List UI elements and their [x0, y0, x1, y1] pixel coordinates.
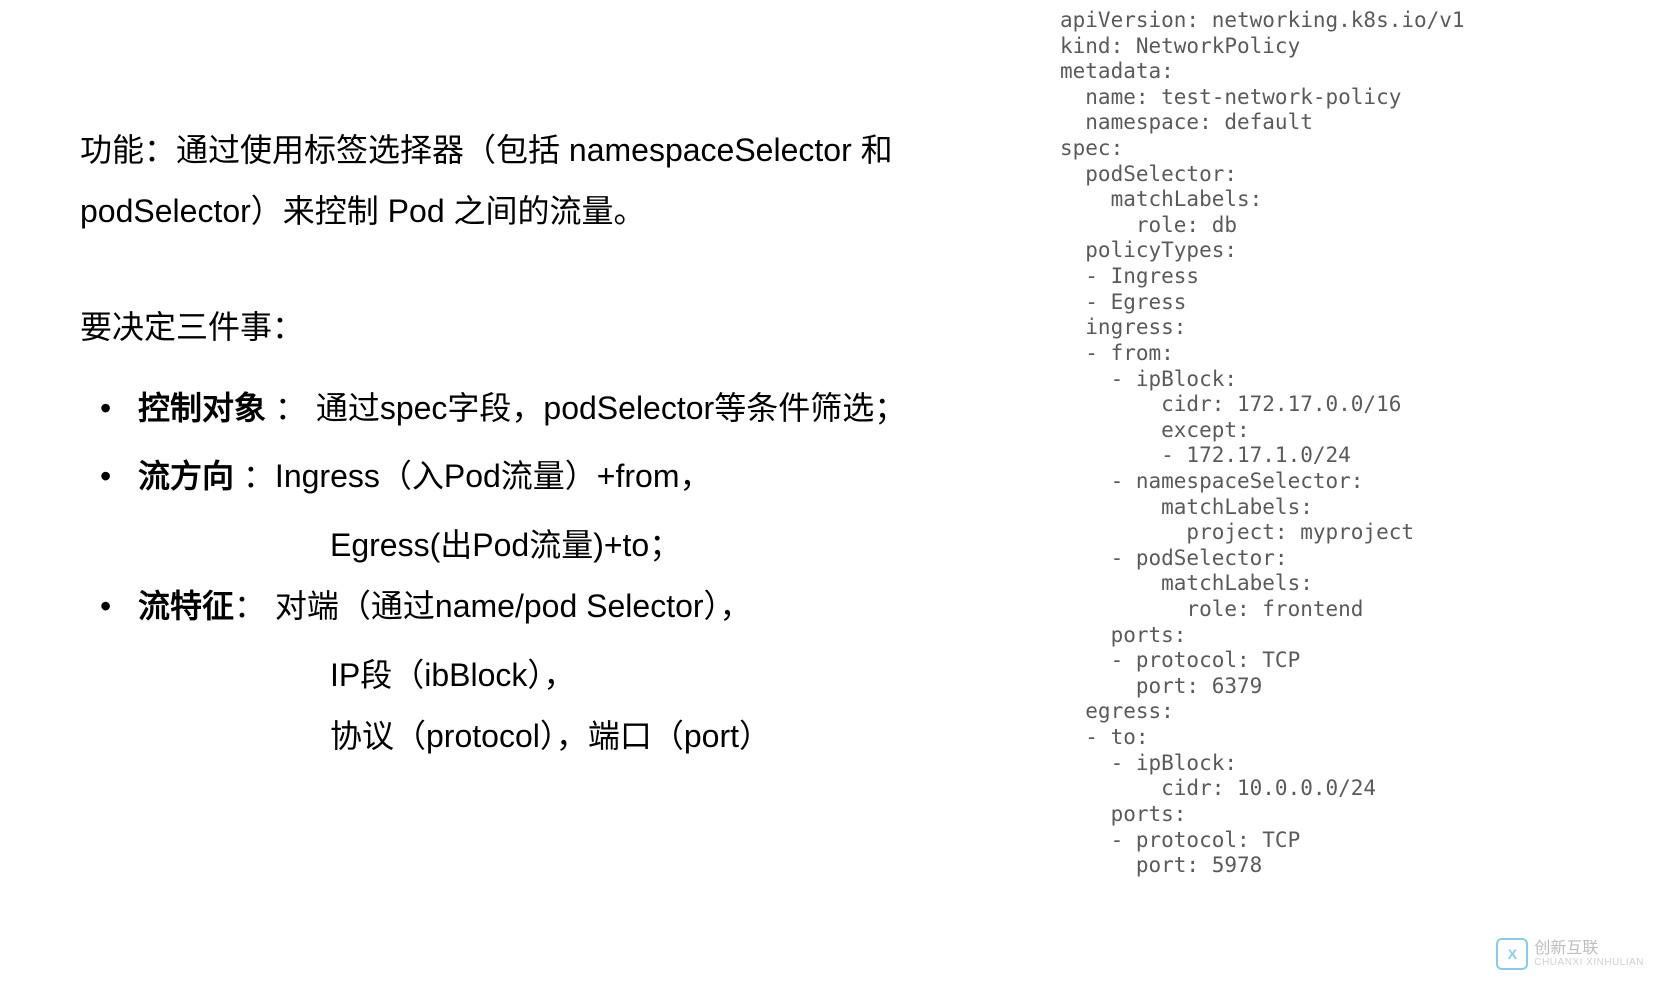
bullet-item-flow-direction: 流方向 ：Ingress（入Pod流量）+from， [100, 446, 1020, 507]
bullet-text: 对端（通过name/pod Selector）， [266, 588, 752, 624]
bullet-label: 流特征 [138, 588, 234, 624]
watermark-brand: 创新互联 [1534, 940, 1644, 958]
watermark-text: 创新互联 CHUANXI XINHULIAN [1534, 940, 1644, 969]
bullet-text: 通过spec字段，podSelector等条件筛选； [316, 390, 906, 426]
bullet-item-control-object: 控制对象 ： 通过spec字段，podSelector等条件筛选； [100, 378, 1020, 439]
bullet-text: Ingress（入Pod流量）+from， [275, 458, 712, 494]
yaml-code-block: apiVersion: networking.k8s.io/v1 kind: N… [1060, 8, 1650, 879]
bullet-item-flow-feature: 流特征： 对端（通过name/pod Selector）， [100, 576, 1020, 637]
bullet-continuation: IP段（ibBlock）， [100, 645, 1020, 706]
bullet-sep: ： [266, 390, 307, 426]
watermark-logo-icon: X [1496, 938, 1528, 970]
bullet-sep: ： [234, 458, 275, 494]
watermark: X 创新互联 CHUANXI XINHULIAN [1496, 938, 1644, 970]
bullet-label: 控制对象 [138, 390, 266, 426]
slide-content: 功能：通过使用标签选择器（包括 namespaceSelector 和 podS… [80, 120, 1020, 766]
bullet-sep: ： [234, 588, 266, 624]
watermark-sub: CHUANXI XINHULIAN [1534, 957, 1644, 968]
bullet-continuation: 协议（protocol），端口（port） [100, 706, 1020, 767]
bullet-list: 控制对象 ： 通过spec字段，podSelector等条件筛选； 流方向 ：I… [80, 378, 1020, 767]
bullet-label: 流方向 [138, 458, 234, 494]
intro-text: 功能：通过使用标签选择器（包括 namespaceSelector 和 podS… [80, 120, 1020, 242]
bullet-continuation: Egress(出Pod流量)+to； [100, 515, 1020, 576]
subtitle-text: 要决定三件事： [80, 302, 1020, 348]
